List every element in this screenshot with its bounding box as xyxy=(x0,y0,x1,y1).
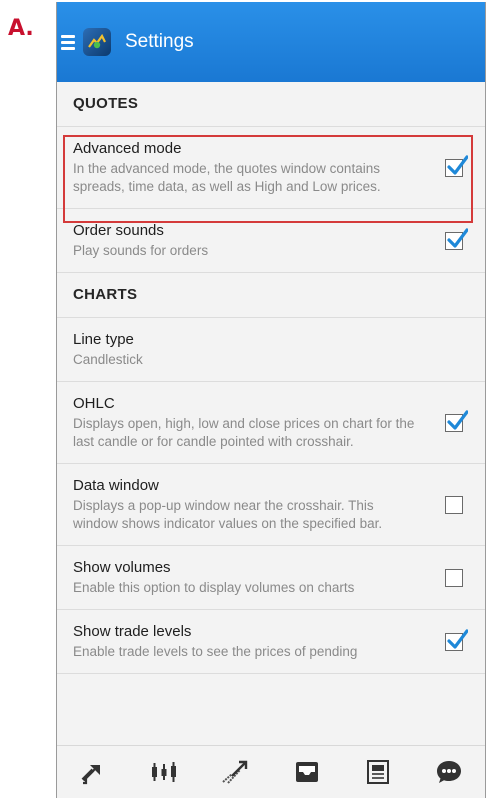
setting-description: Displays a pop-up window near the crossh… xyxy=(73,498,383,531)
setting-description: Play sounds for orders xyxy=(73,243,209,258)
section-header-quotes: QUOTES xyxy=(57,82,485,127)
setting-description: In the advanced mode, the quotes window … xyxy=(73,161,381,194)
section-header-charts: CHARTS xyxy=(57,273,485,318)
chat-icon[interactable] xyxy=(429,752,469,792)
show-volumes-checkbox[interactable] xyxy=(445,568,463,587)
setting-title: Data window xyxy=(73,477,159,494)
app-bar: Settings xyxy=(57,2,485,82)
show-trade-levels-checkbox[interactable] xyxy=(445,628,468,651)
setting-title: Show volumes xyxy=(73,559,171,576)
setting-data-window[interactable]: Data window Displays a pop-up window nea… xyxy=(57,464,485,546)
setting-value: Candlestick xyxy=(73,352,143,367)
order-sounds-checkbox[interactable] xyxy=(445,227,468,250)
setting-line-type[interactable]: Line type Candlestick xyxy=(57,318,485,382)
setting-title: Order sounds xyxy=(73,222,164,239)
setting-order-sounds[interactable]: Order sounds Play sounds for orders xyxy=(57,209,485,273)
news-icon[interactable] xyxy=(358,752,398,792)
setting-title: Line type xyxy=(73,331,134,348)
setting-description: Displays open, high, low and close price… xyxy=(73,416,415,449)
advanced-mode-checkbox[interactable] xyxy=(445,154,468,177)
figure-label: A. xyxy=(8,16,34,41)
phone-screen: Settings QUOTES Advanced mode In the adv… xyxy=(56,2,486,798)
trade-icon[interactable] xyxy=(215,752,255,792)
app-logo-icon xyxy=(83,28,111,56)
menu-icon[interactable] xyxy=(61,34,75,50)
quotes-icon[interactable] xyxy=(73,752,113,792)
setting-ohlc[interactable]: OHLC Displays open, high, low and close … xyxy=(57,382,485,464)
setting-title: Advanced mode xyxy=(73,140,182,157)
app-bar-title: Settings xyxy=(125,31,194,52)
bottom-navigation xyxy=(57,745,485,798)
setting-title: Show trade levels xyxy=(73,623,192,640)
setting-description: Enable trade levels to see the prices of… xyxy=(73,644,358,659)
setting-advanced-mode[interactable]: Advanced mode In the advanced mode, the … xyxy=(57,127,485,209)
chart-icon[interactable] xyxy=(144,752,184,792)
setting-show-trade-levels[interactable]: Show trade levels Enable trade levels to… xyxy=(57,610,485,674)
history-icon[interactable] xyxy=(287,752,327,792)
setting-description: Enable this option to display volumes on… xyxy=(73,580,355,595)
data-window-checkbox[interactable] xyxy=(445,495,463,514)
setting-title: OHLC xyxy=(73,395,115,412)
setting-show-volumes[interactable]: Show volumes Enable this option to displ… xyxy=(57,546,485,610)
settings-list: QUOTES Advanced mode In the advanced mod… xyxy=(57,82,485,674)
ohlc-checkbox[interactable] xyxy=(445,409,468,432)
